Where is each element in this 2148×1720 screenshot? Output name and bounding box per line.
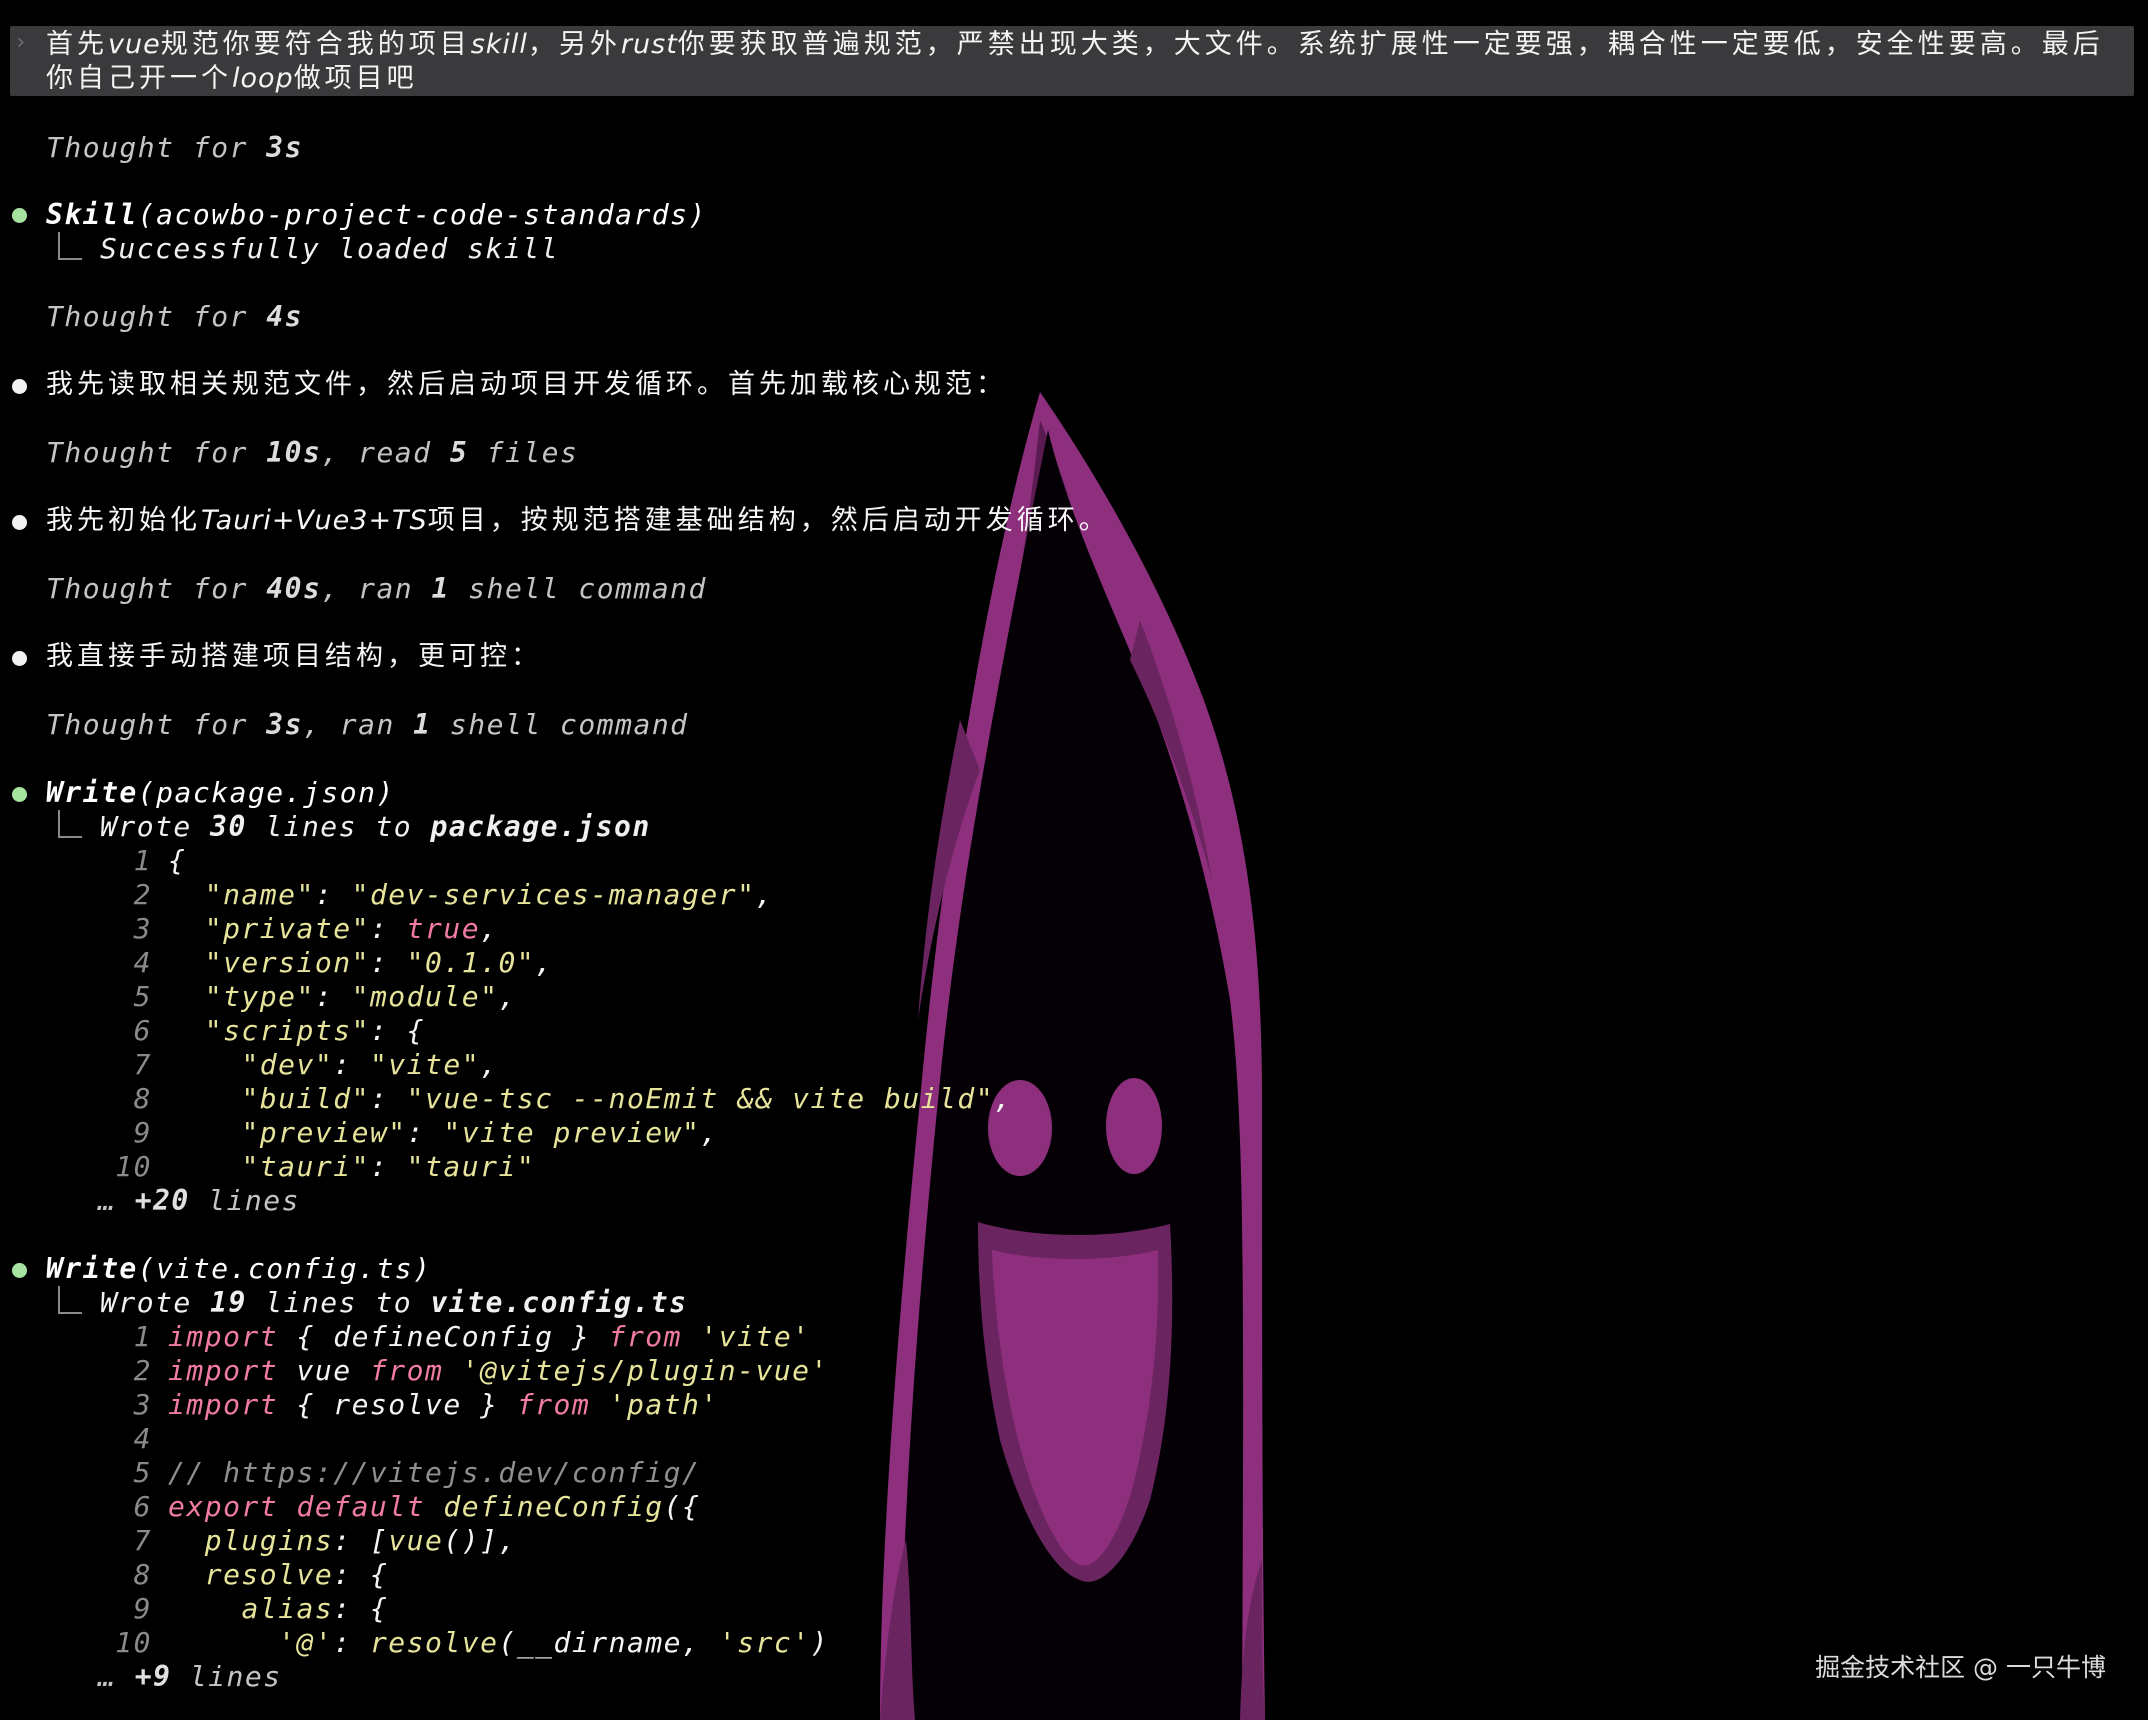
message-dot-icon [12,379,27,394]
code-line: 8 resolve: { [133,1558,389,1591]
code-line: 2 import vue from '@vitejs/plugin-vue' [133,1354,829,1387]
thought-status: Thought for 40s, ran 1 shell command [46,572,707,605]
tool-call-skill[interactable]: Skill(acowbo-project-code-standards) [46,198,707,232]
assistant-message: 我直接手动搭建项目结构，更可控： [46,641,542,672]
thought-status: Thought for 4s [46,300,304,333]
success-dot-icon [12,1263,27,1278]
collapsed-lines-toggle[interactable]: … +20 lines [98,1184,300,1218]
code-line: 2 "name": "dev-services-manager", [133,878,774,911]
message-dot-icon [12,515,27,530]
code-line: 7 plugins: [vue()], [133,1524,517,1557]
chevron-right-icon: › [14,30,28,55]
tool-call-write-package-json[interactable]: Write(package.json) [46,776,395,810]
thought-status: Thought for 10s, read 5 files [46,436,579,469]
code-line: 10 "tauri": "tauri" [115,1150,536,1183]
tool-result: Wrote 19 lines to vite.config.ts [58,1286,687,1320]
code-line: 1{ [133,844,187,877]
thought-status: Thought for 3s, ran 1 shell command [46,708,689,741]
code-line: 9 alias: { [133,1592,389,1625]
code-line: 4 "version": "0.1.0", [133,946,554,979]
tree-branch-icon [58,1286,82,1314]
code-line: 3 import { resolve } from 'path' [133,1388,719,1421]
code-line: 6 export default defineConfig({ [133,1490,701,1523]
code-line: 1 import { defineConfig } from 'vite' [133,1320,811,1353]
thought-status: Thought for 3s [46,131,304,164]
terminal-window: › 首先vue规范你要符合我的项目skill，另外rust你要获取普遍规范，严禁… [0,0,2148,1720]
watermark: 掘金技术社区 @ 一只牛博 [1815,1653,2106,1682]
tree-branch-icon [58,810,82,838]
assistant-message: 我先读取相关规范文件，然后启动项目开发循环。首先加载核心规范： [46,369,1007,400]
code-line: 4 [133,1422,152,1455]
code-line: 9 "preview": "vite preview", [133,1116,719,1149]
code-line: 5// https://vitejs.dev/config/ [133,1456,701,1489]
success-dot-icon [12,787,27,802]
code-line: 8 "build": "vue-tsc --noEmit && vite bui… [133,1082,1013,1115]
code-line: 5 "type": "module", [133,980,517,1013]
code-line: 7 "dev": "vite", [133,1048,499,1081]
message-dot-icon [12,651,27,666]
success-dot-icon [12,208,27,223]
tool-result: Successfully loaded skill [58,232,559,266]
user-prompt-text: 首先vue规范你要符合我的项目skill，另外rust你要获取普遍规范，严禁出现… [46,29,2104,94]
code-line: 10 '@': resolve(__dirname, 'src') [115,1626,829,1659]
collapsed-lines-toggle[interactable]: … +9 lines [98,1660,282,1694]
assistant-message: 我先初始化Tauri+Vue3+TS项目，按规范搭建基础结构，然后启动开发循环。 [46,505,1110,536]
code-line: 3 "private": true, [133,912,499,945]
code-line: 6 "scripts": { [133,1014,426,1047]
tree-branch-icon [58,232,82,260]
tool-call-write-vite-config[interactable]: Write(vite.config.ts) [46,1252,432,1286]
tool-result: Wrote 30 lines to package.json [58,810,651,844]
